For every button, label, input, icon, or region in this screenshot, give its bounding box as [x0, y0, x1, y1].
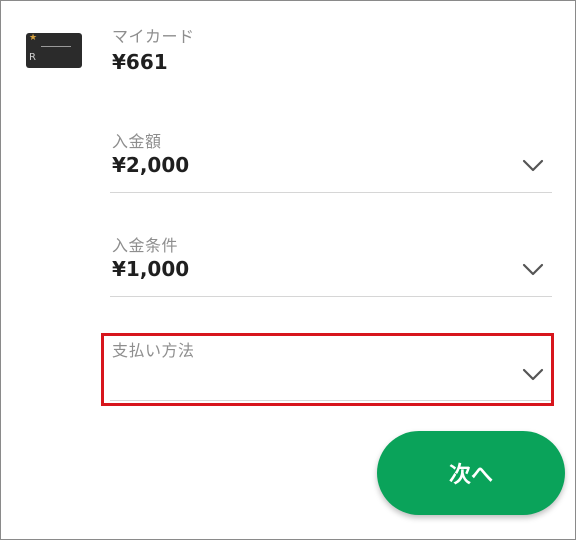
condition-value: ¥1,000: [112, 257, 190, 281]
chevron-down-icon[interactable]: [522, 159, 544, 173]
amount-value: ¥2,000: [112, 153, 190, 177]
amount-label: 入金額: [112, 132, 162, 151]
screen: ★ R マイカード ¥661 入金額 ¥2,000 入金条件 ¥1,000 支払…: [0, 0, 576, 540]
chevron-down-icon[interactable]: [522, 263, 544, 277]
divider: [110, 192, 552, 193]
card-thumbnail-icon: ★ R: [26, 33, 82, 68]
highlight-box: [101, 333, 554, 406]
condition-label: 入金条件: [112, 236, 179, 255]
next-button[interactable]: 次へ: [377, 431, 565, 515]
card-balance: ¥661: [112, 50, 168, 74]
card-label: マイカード: [112, 27, 195, 46]
divider: [110, 296, 552, 297]
